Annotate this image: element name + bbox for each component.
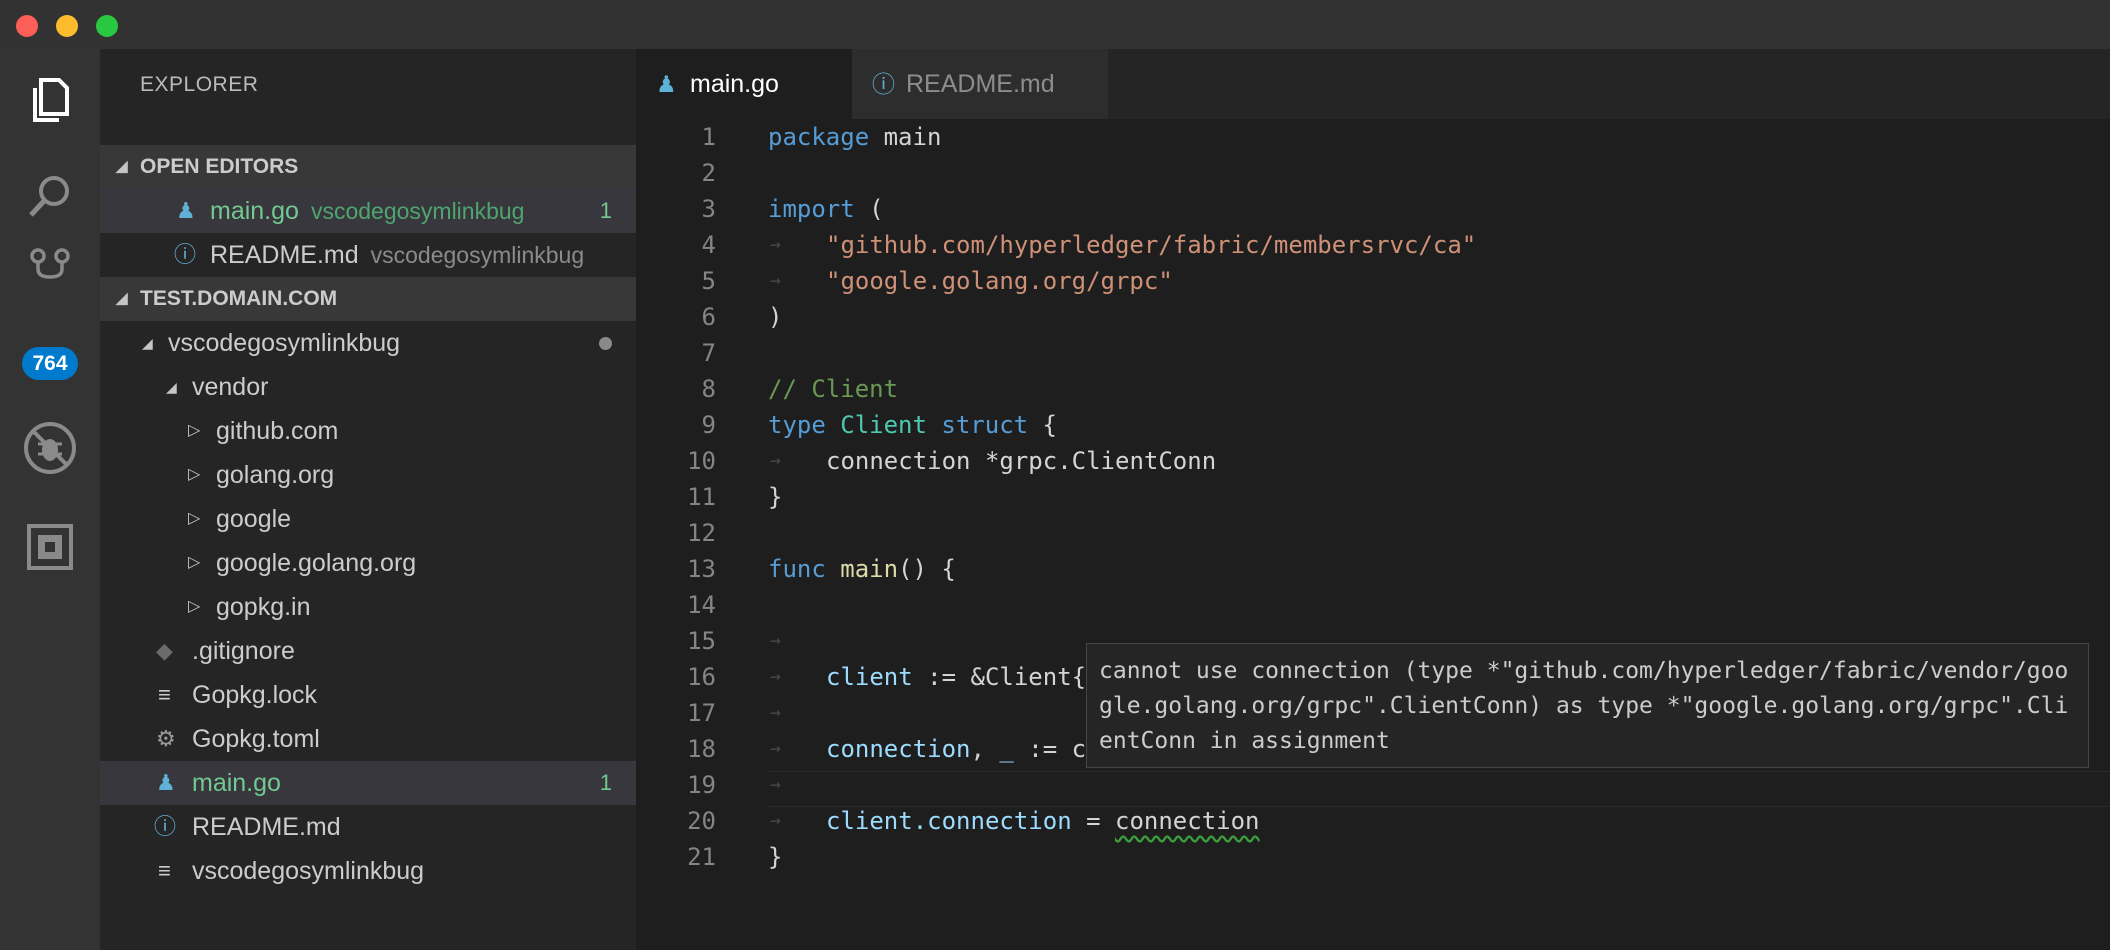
collapsed-icon: ▷ bbox=[188, 422, 201, 439]
error-hover-tooltip: cannot use connection (type *"github.com… bbox=[1086, 643, 2089, 768]
expanded-icon: ◢ bbox=[142, 335, 153, 351]
workspace-header[interactable]: ◢ TEST.DOMAIN.COM bbox=[100, 277, 636, 321]
gopher-icon: ♟ bbox=[176, 198, 196, 223]
debug-icon[interactable] bbox=[0, 398, 100, 498]
collapse-icon: ◢ bbox=[116, 158, 128, 175]
open-editor-item[interactable]: ♟ main.go vscodegosymlinkbug 1 bbox=[100, 189, 636, 233]
file-item[interactable]: ⚙ Gopkg.toml bbox=[100, 717, 636, 761]
folder-item[interactable]: ◢ vendor bbox=[100, 365, 636, 409]
collapsed-icon: ▷ bbox=[188, 510, 201, 527]
sidebar-title: EXPLORER bbox=[140, 73, 259, 96]
minimize-window-button[interactable] bbox=[56, 15, 78, 37]
problem-count: 1 bbox=[599, 770, 612, 795]
gopher-icon: ♟ bbox=[156, 770, 176, 795]
file-item[interactable]: ⓘ README.md bbox=[100, 805, 636, 849]
source-control-badge: 764 bbox=[22, 347, 78, 380]
gear-icon: ⚙ bbox=[156, 726, 176, 751]
activity-bar: 764 bbox=[0, 49, 100, 950]
folder-item[interactable]: ▷ gopkg.in bbox=[100, 585, 636, 629]
collapsed-icon: ▷ bbox=[188, 554, 201, 571]
folder-item[interactable]: ▷ github.com bbox=[100, 409, 636, 453]
explorer-sidebar: EXPLORER ◢ OPEN EDITORS ♟ main.go vscodeg… bbox=[100, 49, 636, 950]
current-line-highlight bbox=[768, 771, 2110, 807]
folder-item[interactable]: ▷ golang.org bbox=[100, 453, 636, 497]
folder-item[interactable]: ◢ vscodegosymlinkbug bbox=[100, 321, 636, 365]
file-item[interactable]: ≡ vscodegosymlinkbug bbox=[100, 849, 636, 893]
close-window-button[interactable] bbox=[16, 15, 38, 37]
lines-icon: ≡ bbox=[158, 858, 171, 883]
git-icon: ◆ bbox=[156, 638, 173, 663]
editor-tab-bar: ♟ main.go ⓘ README.md bbox=[636, 49, 2110, 119]
tab-main-go[interactable]: ♟ main.go bbox=[636, 49, 852, 119]
expanded-icon: ◢ bbox=[166, 379, 177, 395]
open-editors-header[interactable]: ◢ OPEN EDITORS bbox=[100, 145, 636, 189]
collapsed-icon: ▷ bbox=[188, 466, 201, 483]
collapsed-icon: ▷ bbox=[188, 598, 201, 615]
title-bar bbox=[0, 0, 2110, 50]
search-icon[interactable] bbox=[0, 146, 100, 246]
file-item[interactable]: ◆ .gitignore bbox=[100, 629, 636, 673]
open-editor-item[interactable]: ⓘ README.md vscodegosymlinkbug bbox=[100, 233, 636, 277]
info-icon: ⓘ bbox=[154, 814, 177, 839]
info-icon: ⓘ bbox=[174, 242, 197, 267]
error-squiggle: connection bbox=[1115, 807, 1260, 835]
folder-item[interactable]: ▷ google bbox=[100, 497, 636, 541]
tab-readme[interactable]: ⓘ README.md bbox=[852, 49, 1108, 119]
extensions-icon[interactable] bbox=[0, 497, 100, 597]
collapse-icon: ◢ bbox=[116, 290, 128, 307]
maximize-window-button[interactable] bbox=[96, 15, 118, 37]
code-editor[interactable]: 1 2 3 4 5 6 7 8 9 10 11 12 13 14 15 16 17 18 19 20 21 packag… bbox=[636, 119, 2110, 950]
modified-dot bbox=[599, 337, 612, 350]
source-control-icon[interactable] bbox=[0, 237, 100, 317]
gopher-icon: ♟ bbox=[656, 71, 677, 97]
info-icon: ⓘ bbox=[872, 71, 895, 97]
problem-count: 1 bbox=[599, 198, 612, 223]
explorer-icon[interactable] bbox=[0, 49, 100, 149]
file-item[interactable]: ♟ main.go 1 bbox=[100, 761, 636, 805]
folder-item[interactable]: ▷ google.golang.org bbox=[100, 541, 636, 585]
file-item[interactable]: ≡ Gopkg.lock bbox=[100, 673, 636, 717]
lines-icon: ≡ bbox=[158, 682, 171, 707]
